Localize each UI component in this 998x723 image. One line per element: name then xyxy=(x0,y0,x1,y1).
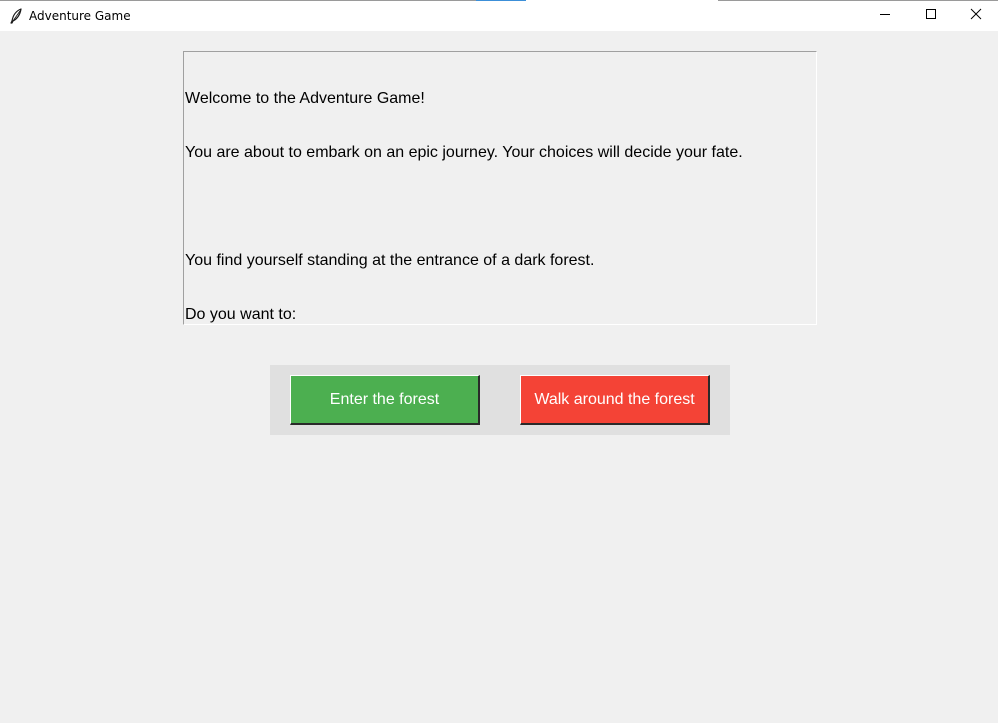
story-line: Do you want to: xyxy=(185,306,297,323)
title-bar-accent xyxy=(476,0,526,1)
minimize-button[interactable] xyxy=(862,1,908,31)
close-button[interactable] xyxy=(953,1,998,31)
story-line: Welcome to the Adventure Game! xyxy=(185,90,425,107)
title-bar-accent-gap xyxy=(526,0,718,1)
close-icon xyxy=(970,7,982,25)
feather-icon xyxy=(9,8,23,24)
minimize-icon xyxy=(879,7,891,25)
story-line: You are about to embark on an epic journ… xyxy=(185,144,743,161)
walk-around-forest-label: Walk around the forest xyxy=(534,390,695,408)
story-line xyxy=(185,198,815,216)
maximize-icon xyxy=(925,7,937,25)
maximize-button[interactable] xyxy=(908,1,954,31)
app-window: Adventure Game Welcome to the Adventure … xyxy=(0,0,998,723)
window-title: Adventure Game xyxy=(29,9,131,23)
title-bar[interactable]: Adventure Game xyxy=(0,0,998,31)
choice-button-frame: Enter the forest Walk around the forest xyxy=(270,365,730,435)
walk-around-forest-button[interactable]: Walk around the forest xyxy=(520,375,710,425)
story-text-area[interactable]: Welcome to the Adventure Game! You are a… xyxy=(183,51,817,325)
enter-forest-label: Enter the forest xyxy=(329,390,440,408)
story-line: You find yourself standing at the entran… xyxy=(185,252,595,269)
enter-forest-button[interactable]: Enter the forest xyxy=(290,375,480,425)
